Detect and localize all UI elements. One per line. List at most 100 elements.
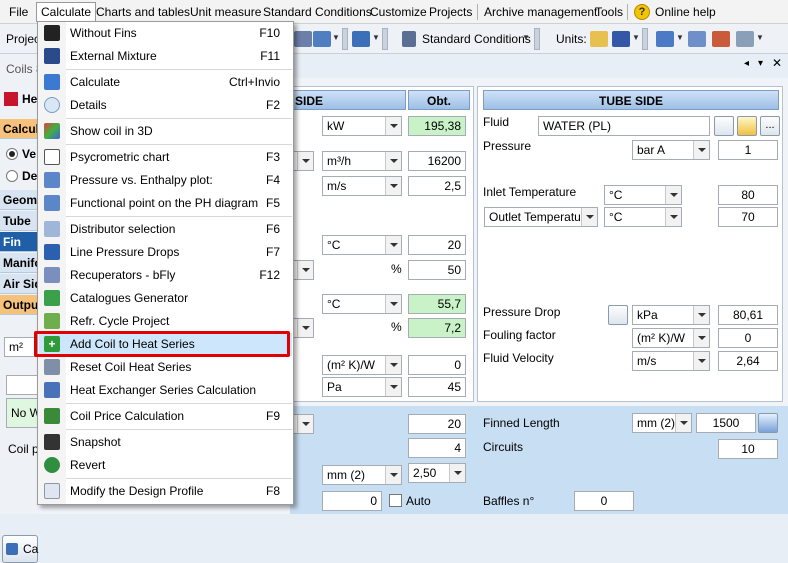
chevron-down-icon[interactable]: ▼: [676, 33, 684, 42]
menu-calculate[interactable]: Calculate: [36, 2, 97, 22]
chevron-down-icon[interactable]: [693, 141, 709, 159]
auto-checkbox[interactable]: [389, 494, 402, 507]
velocity-unit-select[interactable]: m/s: [632, 351, 710, 371]
menu-charts-tables[interactable]: Charts and tables: [96, 4, 190, 21]
chevron-down-icon[interactable]: [385, 117, 401, 135]
chart-icon[interactable]: [313, 31, 331, 47]
menu-projects[interactable]: Projects: [429, 4, 472, 21]
menu-item-external-mixture[interactable]: External Mixture F11: [39, 45, 292, 68]
menu-item-functional-point[interactable]: Functional point on the PH diagram F5: [39, 192, 292, 215]
chevron-down-icon[interactable]: [297, 152, 313, 170]
tools-icon[interactable]: [688, 31, 706, 47]
menu-item-modify-design-profile[interactable]: Modify the Design Profile F8: [39, 480, 292, 503]
air-velocity-value[interactable]: 2,5: [408, 176, 466, 196]
inlet-air-temp-unit-select[interactable]: °C: [322, 235, 402, 255]
menu-item-psycrometric-chart[interactable]: Psycrometric chart F3: [39, 146, 292, 169]
tab-calculation[interactable]: Calcul: [0, 119, 38, 139]
air-flow-unit-select[interactable]: m³/h: [322, 151, 402, 171]
fouling-value[interactable]: 0: [718, 328, 778, 348]
toolbar-grip[interactable]: [642, 28, 648, 50]
inlet-air-temp-value[interactable]: 20: [408, 235, 466, 255]
circuits-value[interactable]: 10: [718, 439, 778, 459]
menu-item-coil-price[interactable]: Coil Price Calculation F9: [39, 405, 292, 428]
paint-icon[interactable]: [736, 31, 754, 47]
menu-archive-management[interactable]: Archive management: [484, 4, 597, 21]
radio-verify[interactable]: [6, 148, 18, 160]
calculator-icon[interactable]: [758, 413, 778, 433]
pitch-value-select[interactable]: 2,50: [408, 463, 466, 483]
menu-item-details[interactable]: Details F2: [39, 94, 292, 117]
menu-item-recuperators[interactable]: Recuperators - bFly F12: [39, 264, 292, 287]
tab-output[interactable]: Outpu: [0, 295, 38, 315]
menu-standard-conditions[interactable]: Standard Conditions: [263, 4, 372, 21]
geometry-value-2[interactable]: 4: [408, 438, 466, 458]
menu-item-reset-coil-heat-series[interactable]: Reset Coil Heat Series: [39, 356, 292, 379]
finned-length-value[interactable]: 1500: [696, 413, 756, 433]
chevron-down-icon[interactable]: [385, 466, 401, 484]
tab-fin[interactable]: Fin: [0, 232, 38, 252]
air-fouling-unit-select[interactable]: (m² K)/W: [322, 355, 402, 375]
currency-icon[interactable]: [656, 31, 674, 47]
air-velocity-unit-select[interactable]: m/s: [322, 176, 402, 196]
radio-design[interactable]: [6, 170, 18, 182]
chevron-down-icon[interactable]: [693, 306, 709, 324]
design-icon[interactable]: [352, 31, 370, 47]
fouling-unit-select[interactable]: (m² K)/W: [632, 328, 710, 348]
menu-item-pressure-enthalpy[interactable]: Pressure vs. Enthalpy plot: F4: [39, 169, 292, 192]
empty-field[interactable]: [6, 375, 38, 395]
menu-item-refr-cycle-project[interactable]: Refr. Cycle Project: [39, 310, 292, 333]
menu-unit-measure[interactable]: Unit measure: [190, 4, 261, 21]
menu-item-distributor-selection[interactable]: Distributor selection F6: [39, 218, 292, 241]
outlet-air-temp-unit-select[interactable]: °C: [322, 294, 402, 314]
chevron-down-icon[interactable]: ▼: [332, 33, 340, 42]
menu-item-revert[interactable]: Revert: [39, 454, 292, 477]
pressure-value[interactable]: 1: [718, 140, 778, 160]
chevron-down-icon[interactable]: [297, 319, 313, 337]
menu-item-line-pressure-drops[interactable]: Line Pressure Drops F7: [39, 241, 292, 264]
chevron-down-icon[interactable]: [665, 208, 681, 226]
pressure-drop-unit-select[interactable]: kPa: [632, 305, 710, 325]
chevron-down-icon[interactable]: [385, 295, 401, 313]
pin-icon[interactable]: ◂: [744, 58, 749, 69]
help-icon[interactable]: ?: [634, 4, 650, 20]
close-icon[interactable]: ✕: [772, 56, 782, 70]
chevron-down-icon[interactable]: [449, 464, 465, 482]
chevron-down-icon[interactable]: [693, 352, 709, 370]
menu-customize[interactable]: Customize: [370, 4, 427, 21]
toolbar-standard-conditions[interactable]: Standard Conditions: [422, 32, 531, 46]
chevron-down-icon[interactable]: [385, 152, 401, 170]
chevron-down-icon[interactable]: [385, 177, 401, 195]
menu-file[interactable]: File: [9, 4, 28, 21]
baffles-value[interactable]: 0: [574, 491, 634, 511]
list-icon[interactable]: [402, 31, 416, 47]
chevron-down-icon[interactable]: ▼: [756, 33, 764, 42]
menu-item-catalogues-generator[interactable]: Catalogues Generator: [39, 287, 292, 310]
more-button[interactable]: ...: [760, 116, 780, 136]
chevron-down-icon[interactable]: [581, 208, 597, 226]
fluid-value[interactable]: WATER (PL): [538, 116, 710, 136]
fluid-wizard-icon[interactable]: [737, 116, 757, 136]
tab-tube[interactable]: Tube: [0, 211, 38, 231]
chevron-down-icon[interactable]: [693, 329, 709, 347]
fluid-select-icon[interactable]: [714, 116, 734, 136]
outlet-temp-value[interactable]: 70: [718, 207, 778, 227]
menu-item-snapshot[interactable]: Snapshot: [39, 431, 292, 454]
chevron-down-icon[interactable]: [297, 415, 313, 433]
air-flow-value[interactable]: 16200: [408, 151, 466, 171]
export-icon[interactable]: [712, 31, 730, 47]
unit-field[interactable]: m²: [4, 337, 38, 357]
pressure-drop-info-icon[interactable]: [608, 305, 628, 325]
chevron-down-icon[interactable]: ▼: [372, 33, 380, 42]
chevron-down-icon[interactable]: [385, 378, 401, 396]
toolbar-grip[interactable]: [382, 28, 388, 50]
air-fouling-value[interactable]: 0: [408, 355, 466, 375]
capacity-unit-select[interactable]: kW: [322, 116, 402, 136]
menu-tools[interactable]: Tools: [595, 4, 623, 21]
outlet-temp-unit-select[interactable]: °C: [604, 207, 682, 227]
outlet-temp-select[interactable]: Outlet Temperature: [484, 207, 598, 227]
chevron-down-icon[interactable]: [385, 356, 401, 374]
pitch-unit-select[interactable]: mm (2): [322, 465, 402, 485]
menu-item-without-fins[interactable]: Without Fins F10: [39, 22, 292, 45]
inlet-temp-value[interactable]: 80: [718, 185, 778, 205]
tab-manifold[interactable]: Manifo: [0, 253, 38, 273]
